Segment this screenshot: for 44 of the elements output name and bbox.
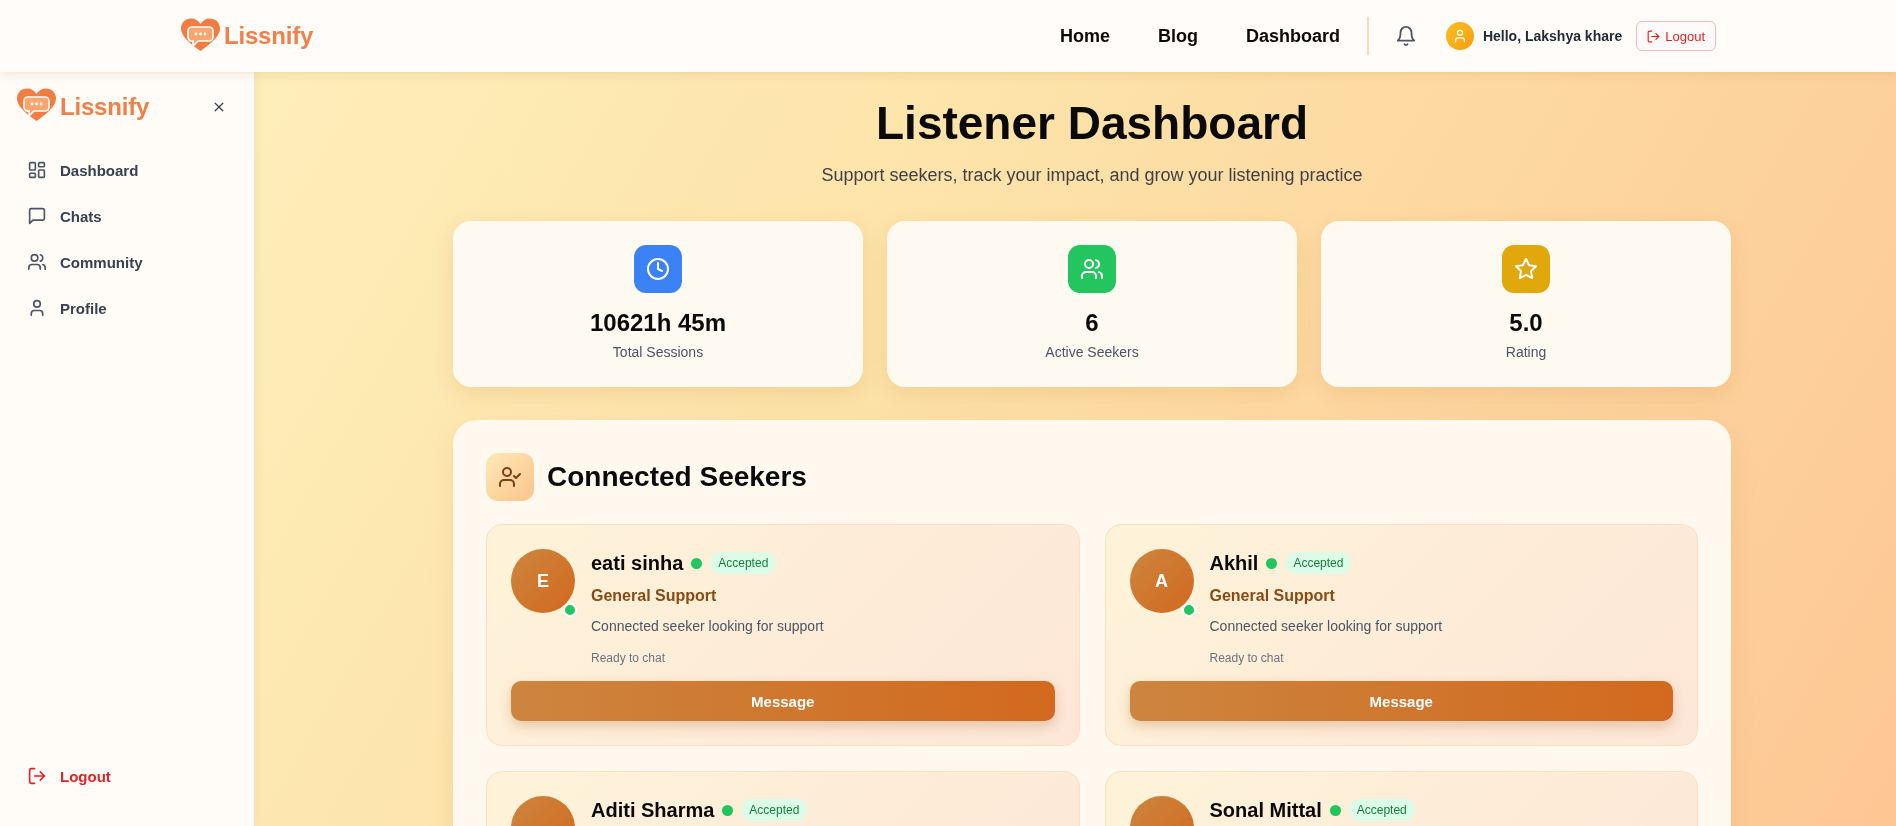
nav-link[interactable]: Dashboard — [1245, 24, 1340, 48]
stat-label: Active Seekers — [1045, 343, 1139, 362]
sidebar-logout-link[interactable]: Logout — [28, 757, 111, 795]
stat-label: Total Sessions — [612, 343, 704, 362]
logout-icon — [1647, 29, 1661, 43]
seeker-description: Connected seeker looking for support — [1209, 617, 1443, 636]
page-subtitle: Support seekers, track your impact, and grow your listening practice — [820, 164, 1364, 187]
avatar: A — [1129, 549, 1194, 613]
stat-value: 5.0 — [1509, 308, 1543, 338]
bell-icon[interactable] — [1395, 25, 1416, 47]
logout-button[interactable]: Logout — [1636, 21, 1716, 51]
user-icon — [28, 299, 46, 317]
support-topic: General Support — [1209, 586, 1336, 606]
seeker-name: eati sinha — [591, 551, 684, 576]
status-badge: Accepted — [710, 552, 777, 574]
users-icon — [28, 253, 46, 271]
seeker-name: Sonal Mittal — [1209, 798, 1322, 823]
seeker-name: Akhil — [1209, 551, 1259, 576]
avatar: E — [511, 549, 575, 613]
sidebar-item[interactable]: Community — [28, 243, 143, 281]
chat-bubble-icon — [28, 207, 46, 225]
support-topic: General Support — [591, 586, 718, 606]
user-check-icon — [486, 453, 534, 501]
status-badge: Accepted — [1285, 552, 1352, 574]
seeker-name: Aditi Sharma — [591, 798, 715, 823]
user-avatar-icon — [1445, 22, 1474, 50]
greeting-text: Hello, Lakshya khare — [1482, 28, 1623, 44]
page-title: Listener Dashboard — [875, 96, 1309, 151]
section-title: Connected Seekers — [547, 460, 807, 494]
stat-value: 10621h 45m — [589, 308, 727, 338]
availability-note: Ready to chat — [1209, 650, 1285, 666]
dashboard-grid-icon — [28, 161, 46, 179]
stat-value: 6 — [1085, 308, 1099, 338]
sidebar-item[interactable]: Dashboard — [28, 151, 139, 189]
seeker-description: Connected seeker looking for support — [591, 617, 824, 636]
logout-icon — [28, 767, 46, 785]
nav-link[interactable]: Blog — [1157, 24, 1198, 48]
sidebar-item[interactable]: Chats — [28, 197, 102, 235]
status-badge: Accepted — [741, 799, 808, 821]
nav-link[interactable]: Home — [1059, 24, 1110, 48]
stat-label: Rating — [1505, 343, 1547, 362]
status-badge: Accepted — [1348, 799, 1415, 821]
availability-note: Ready to chat — [591, 650, 667, 666]
sidebar-item[interactable]: Profile — [28, 289, 107, 327]
